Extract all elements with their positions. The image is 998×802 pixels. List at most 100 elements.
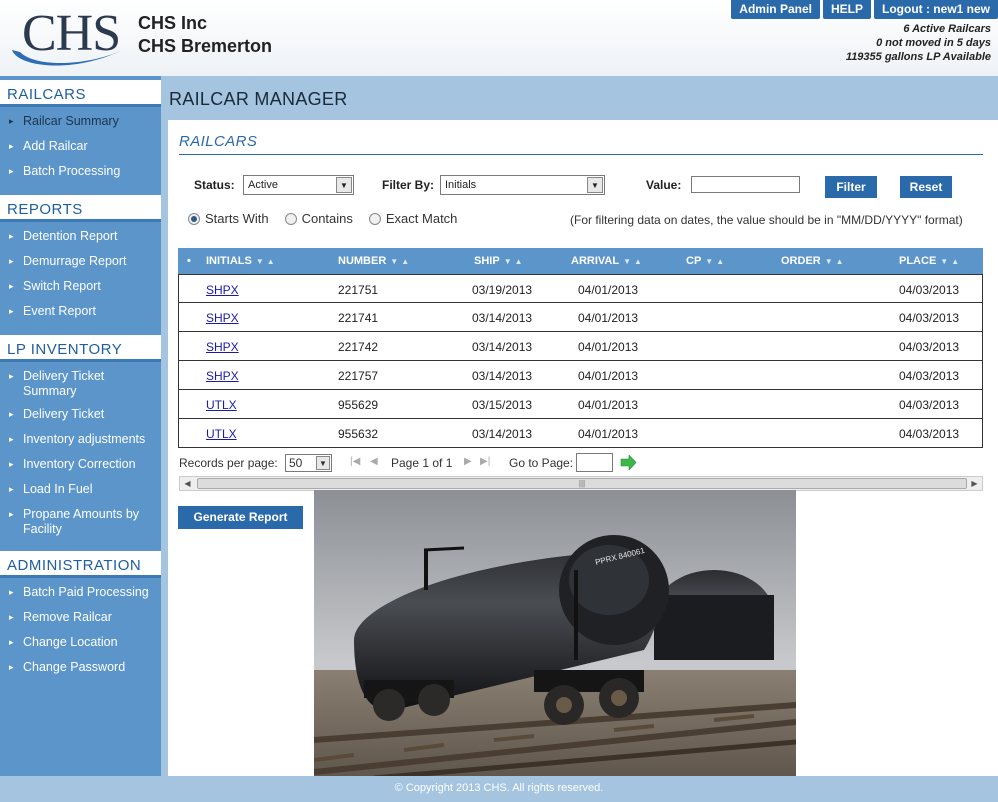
records-per-page-value: 50 (289, 456, 303, 470)
cell-number: 221741 (338, 311, 379, 325)
cell-ship: 03/14/2013 (472, 427, 533, 441)
column-order[interactable]: ORDER ▼▲ (781, 255, 847, 267)
cell-ship: 03/14/2013 (472, 340, 533, 354)
scroll-right-icon[interactable]: ▶ (967, 477, 982, 490)
cell-arrival: 04/01/2013 (578, 311, 639, 325)
horizontal-scrollbar[interactable]: ◀ ||| ▶ (179, 476, 983, 491)
radio-contains-dot[interactable] (284, 212, 297, 225)
status-label: Status: (194, 178, 235, 192)
generate-report-button[interactable]: Generate Report (178, 506, 303, 529)
go-arrow-icon[interactable] (620, 455, 637, 470)
column-initials[interactable]: INITIALS ▼▲ (206, 255, 278, 267)
cell-arrival: 04/01/2013 (578, 427, 639, 441)
sidebar-item-demurrage-report[interactable]: Demurrage Report (0, 250, 161, 275)
cell-initials[interactable]: UTLX (206, 427, 237, 441)
sidebar-item-inventory-correction[interactable]: Inventory Correction (0, 453, 161, 478)
records-per-page-label: Records per page: (179, 456, 278, 470)
prev-page-icon[interactable]: ◀ (370, 456, 378, 467)
sidebar-item-delivery-ticket-summary[interactable]: Delivery Ticket Summary (0, 365, 161, 403)
sidebar-list-administration: Batch Paid Processing Remove Railcar Cha… (0, 578, 161, 687)
column-arrival-label: ARRIVAL (571, 255, 620, 267)
sidebar-item-switch-report[interactable]: Switch Report (0, 275, 161, 300)
sidebar-item-propane-amounts[interactable]: Propane Amounts by Facility (0, 503, 161, 541)
column-cp[interactable]: CP ▼▲ (686, 255, 727, 267)
reset-button[interactable]: Reset (900, 176, 952, 198)
header-stats: 6 Active Railcars 0 not moved in 5 days … (846, 22, 991, 64)
initials-link[interactable]: UTLX (206, 427, 237, 441)
sort-icon[interactable]: ▼▲ (504, 257, 526, 266)
radio-exact-match-dot[interactable] (368, 212, 381, 225)
sidebar-item-remove-railcar[interactable]: Remove Railcar (0, 606, 161, 631)
cell-initials[interactable]: UTLX (206, 398, 237, 412)
column-ship[interactable]: SHIP ▼▲ (474, 255, 526, 267)
sidebar-item-batch-processing[interactable]: Batch Processing (0, 160, 161, 185)
sidebar-section-administration: ADMINISTRATION (0, 551, 161, 578)
radio-starts-with[interactable]: Starts With (188, 211, 269, 226)
column-place-label: PLACE (899, 255, 937, 267)
initials-link[interactable]: SHPX (206, 283, 239, 297)
status-select[interactable]: Active ▼ (243, 175, 354, 195)
radio-starts-with-dot[interactable] (188, 212, 200, 225)
sidebar-item-delivery-ticket[interactable]: Delivery Ticket (0, 403, 161, 428)
value-input[interactable] (691, 176, 800, 193)
sidebar-item-railcar-summary[interactable]: Railcar Summary (0, 110, 161, 135)
initials-link[interactable]: UTLX (206, 398, 237, 412)
column-number[interactable]: NUMBER ▼▲ (338, 255, 412, 267)
first-page-icon[interactable]: |◀ (350, 456, 360, 467)
header: CHS CHS Inc CHS Bremerton Admin Panel HE… (0, 0, 998, 76)
radio-exact-match[interactable]: Exact Match (368, 211, 457, 226)
initials-link[interactable]: SHPX (206, 340, 239, 354)
cell-initials[interactable]: SHPX (206, 311, 239, 325)
sidebar-item-inventory-adjustments[interactable]: Inventory adjustments (0, 428, 161, 453)
sort-icon[interactable]: ▼▲ (940, 257, 962, 266)
sidebar-item-load-in-fuel[interactable]: Load In Fuel (0, 478, 161, 503)
admin-panel-button[interactable]: Admin Panel (731, 0, 820, 19)
filter-button[interactable]: Filter (825, 176, 877, 198)
radio-contains-label: Contains (301, 211, 353, 226)
sort-icon[interactable]: ▼▲ (390, 257, 412, 266)
last-page-icon[interactable]: ▶| (480, 456, 490, 467)
cell-ship: 03/15/2013 (472, 398, 533, 412)
sidebar-item-event-report[interactable]: Event Report (0, 300, 161, 325)
cell-place: 04/03/2013 (899, 398, 960, 412)
go-to-page-input[interactable] (576, 453, 613, 472)
select-all-icon[interactable]: • (187, 255, 191, 267)
active-railcars-stat: 6 Active Railcars (903, 23, 991, 35)
column-place[interactable]: PLACE ▼▲ (899, 255, 962, 267)
cell-arrival: 04/01/2013 (578, 398, 639, 412)
sidebar-item-change-location[interactable]: Change Location (0, 631, 161, 656)
next-page-icon[interactable]: ▶ (464, 456, 472, 467)
sort-icon[interactable]: ▼▲ (825, 257, 847, 266)
company-location: CHS Bremerton (138, 36, 273, 56)
value-label: Value: (646, 178, 682, 192)
filter-by-select[interactable]: Initials ▼ (440, 175, 605, 195)
logout-button[interactable]: Logout : new1 new (874, 0, 998, 19)
records-per-page-select[interactable]: 50 ▼ (285, 454, 332, 472)
initials-link[interactable]: SHPX (206, 311, 239, 325)
cell-number: 221751 (338, 283, 379, 297)
sort-icon[interactable]: ▼▲ (705, 257, 727, 266)
help-button[interactable]: HELP (822, 0, 871, 19)
initials-link[interactable]: SHPX (206, 369, 239, 383)
chs-logo[interactable]: CHS (8, 4, 128, 70)
cell-initials[interactable]: SHPX (206, 369, 239, 383)
filter-by-dropdown-arrow-icon: ▼ (587, 177, 603, 193)
sidebar-item-batch-paid-processing[interactable]: Batch Paid Processing (0, 581, 161, 606)
column-arrival[interactable]: ARRIVAL ▼▲ (571, 255, 645, 267)
table-row: UTLX 955629 03/15/2013 04/01/2013 04/03/… (178, 390, 983, 419)
sidebar-item-add-railcar[interactable]: Add Railcar (0, 135, 161, 160)
cell-initials[interactable]: SHPX (206, 340, 239, 354)
filter-by-select-value: Initials (445, 179, 477, 191)
sidebar-item-change-password[interactable]: Change Password (0, 656, 161, 681)
radio-contains[interactable]: Contains (284, 211, 353, 226)
cell-place: 04/03/2013 (899, 340, 960, 354)
sidebar-item-detention-report[interactable]: Detention Report (0, 225, 161, 250)
footer: © Copyright 2013 CHS. All rights reserve… (0, 776, 998, 802)
sort-icon[interactable]: ▼▲ (256, 257, 278, 266)
cell-initials[interactable]: SHPX (206, 283, 239, 297)
scroll-left-icon[interactable]: ◀ (180, 477, 195, 490)
sort-icon[interactable]: ▼▲ (623, 257, 645, 266)
scrollbar-thumb[interactable]: ||| (197, 478, 967, 489)
table-header: • INITIALS ▼▲ NUMBER ▼▲ SHIP ▼▲ ARRIVAL ▼▲ C… (178, 248, 983, 274)
column-ship-label: SHIP (474, 255, 500, 267)
